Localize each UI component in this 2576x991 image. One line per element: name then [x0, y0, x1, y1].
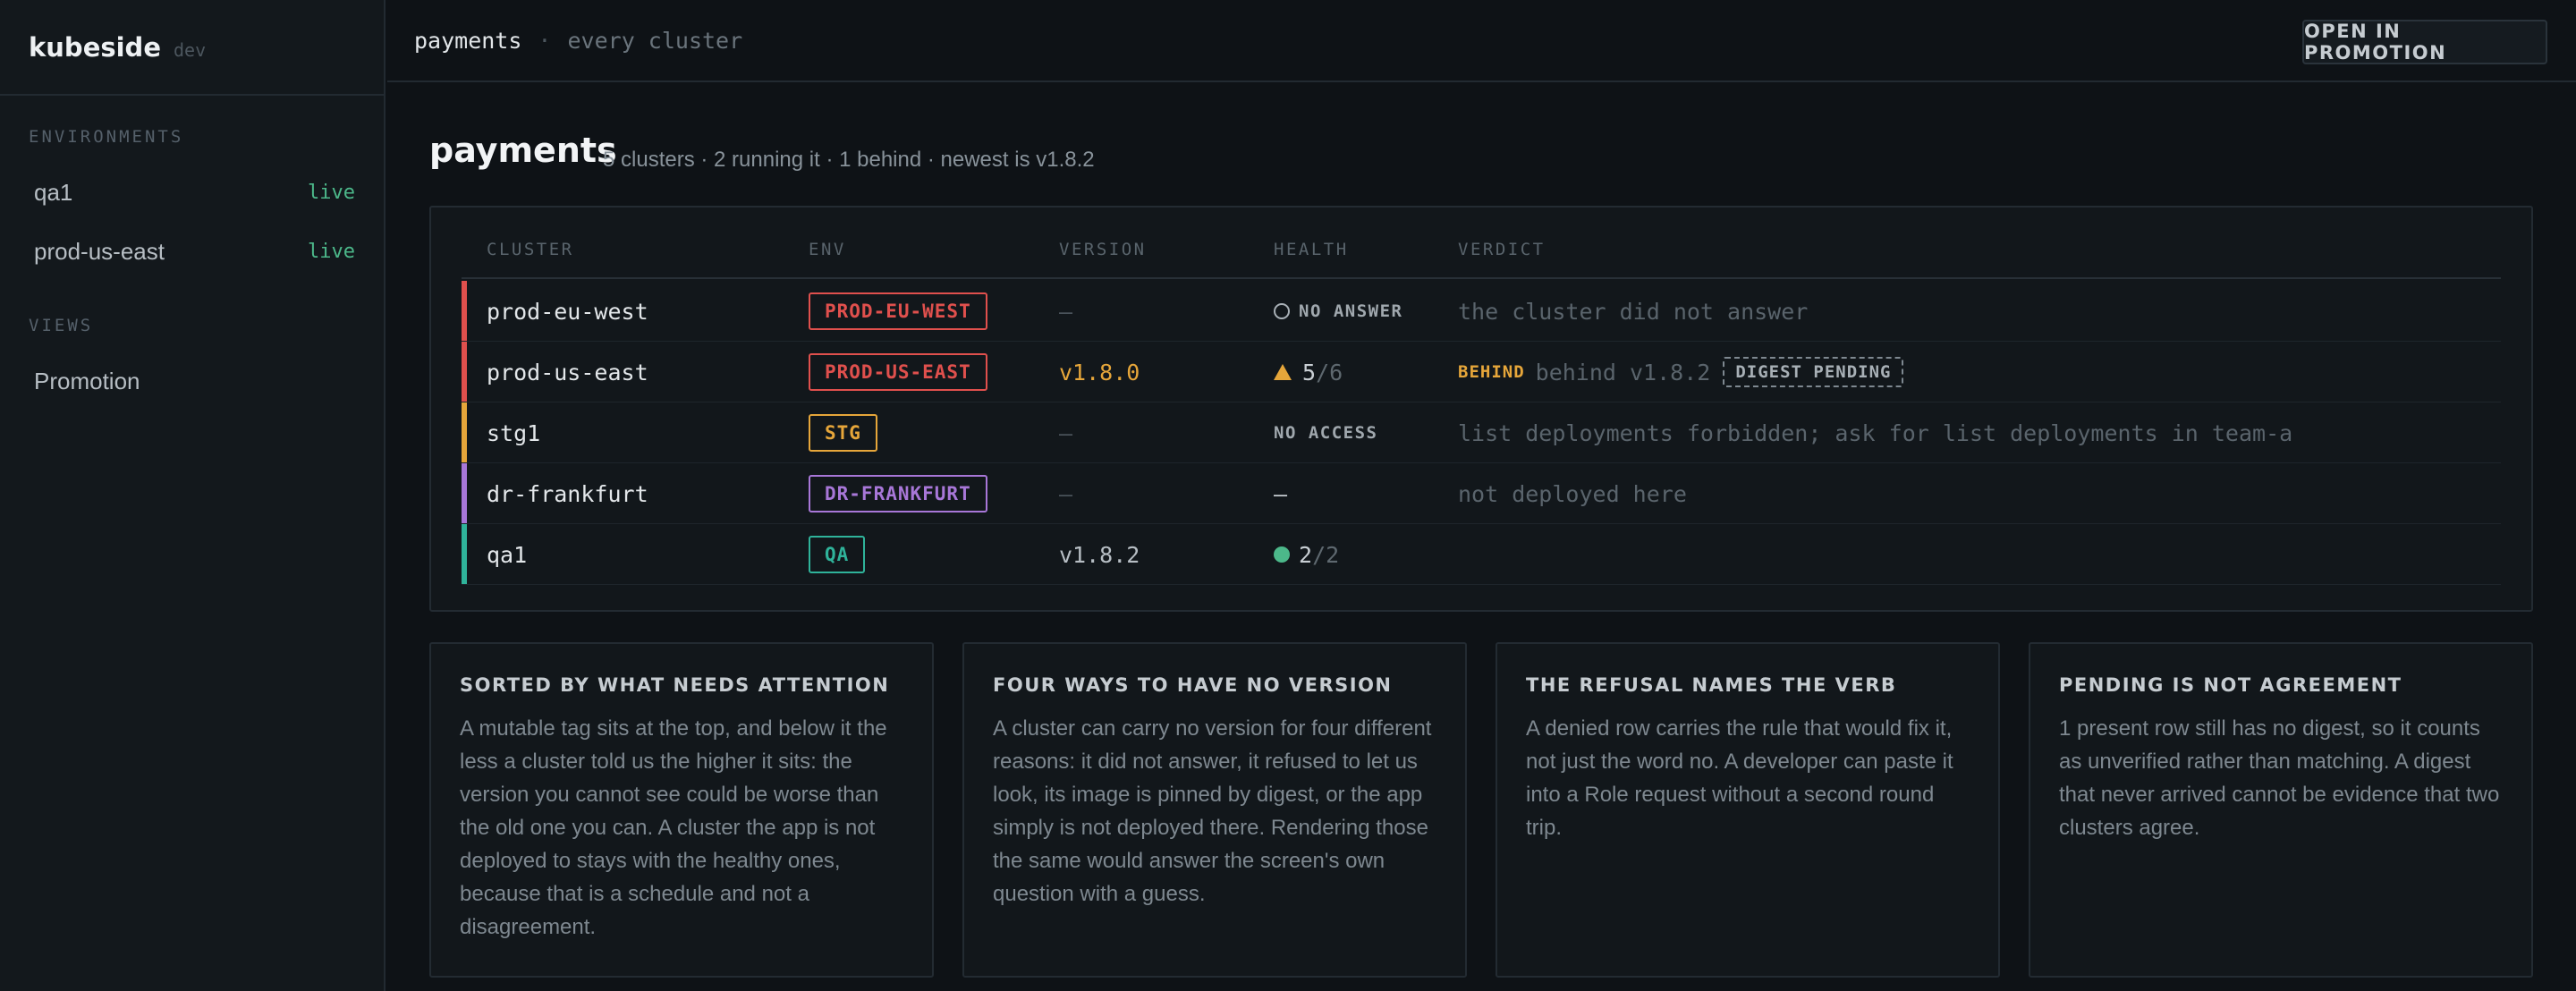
- column-header-env: ENV: [809, 240, 846, 259]
- app-name[interactable]: kubeside: [29, 32, 161, 63]
- digest-pending-badge: DIGEST PENDING: [1723, 357, 1904, 387]
- env-badge: QA: [809, 536, 866, 573]
- verdict-text: the cluster did not answer: [1458, 298, 1809, 325]
- sidebar: kubeside dev ENVIRONMENTS qa1 live prod-…: [0, 0, 386, 991]
- behind-tag: BEHIND: [1458, 362, 1525, 382]
- breadcrumb-scope: every cluster: [567, 27, 743, 54]
- page-title: payments: [429, 131, 617, 170]
- sidebar-item-label: prod-us-east: [34, 238, 165, 265]
- card-body: A mutable tag sits at the top, and below…: [460, 716, 887, 939]
- explainer-card: FOUR WAYS TO HAVE NO VERSION A cluster c…: [962, 642, 1467, 978]
- health-text: —: [1274, 480, 1288, 507]
- table-row[interactable]: stg1 STG — NO ACCESS list deployments fo…: [462, 402, 2501, 463]
- card-body: A cluster can carry no version for four …: [993, 716, 1432, 906]
- card-title: THE REFUSAL NAMES THE VERB: [1526, 674, 1897, 696]
- verdict-text[interactable]: list deployments forbidden; ask for list…: [1458, 402, 2292, 463]
- healthy-dot-icon: [1274, 546, 1290, 563]
- row-accent-bar: [462, 342, 467, 402]
- card-title: PENDING IS NOT AGREEMENT: [2059, 674, 2402, 696]
- row-accent-bar: [462, 281, 467, 341]
- sidebar-item-label: Promotion: [34, 368, 140, 394]
- verdict-cell: BEHIND behind v1.8.2 DIGEST PENDING: [1458, 342, 1904, 402]
- live-status: live: [308, 182, 355, 204]
- health-ready-count: 2: [1299, 541, 1313, 568]
- health-cell: NO ACCESS: [1274, 402, 1377, 463]
- column-header-cluster: CLUSTER: [487, 240, 574, 259]
- verdict-text: not deployed here: [1458, 480, 1687, 507]
- topbar: payments · every cluster OPEN IN PROMOTI…: [387, 0, 2576, 82]
- health-ready-count: 5: [1302, 359, 1317, 385]
- health-text: NO ACCESS: [1274, 423, 1378, 443]
- column-header-verdict: VERDICT: [1458, 240, 1546, 259]
- breadcrumb-app[interactable]: payments: [414, 28, 521, 54]
- cluster-name: qa1: [487, 541, 528, 568]
- sidebar-item-label: qa1: [34, 179, 73, 206]
- warning-triangle-icon: [1274, 364, 1292, 380]
- health-cell: NO ANSWER: [1274, 281, 1402, 342]
- card-body: 1 present row still has no digest, so it…: [2059, 716, 2500, 840]
- cluster-name: prod-eu-west: [487, 298, 648, 325]
- environments-heading: ENVIRONMENTS: [29, 127, 184, 147]
- card-body: A denied row carries the rule that would…: [1526, 716, 1953, 840]
- cluster-name: prod-us-east: [487, 359, 648, 385]
- table-row[interactable]: dr-frankfurt DR-FRANKFURT — — not deploy…: [462, 463, 2501, 524]
- circle-outline-icon: [1274, 303, 1290, 319]
- explainer-card: SORTED BY WHAT NEEDS ATTENTION A mutable…: [429, 642, 934, 978]
- env-badge: PROD-EU-WEST: [809, 292, 987, 330]
- table-row[interactable]: prod-us-east PROD-US-EAST v1.8.0 5/6 BEH…: [462, 342, 2501, 402]
- health-cell: —: [1274, 463, 1287, 524]
- brand: kubeside dev: [0, 0, 384, 96]
- row-accent-bar: [462, 463, 467, 523]
- verdict-text: behind v1.8.2: [1535, 359, 1711, 385]
- card-title: SORTED BY WHAT NEEDS ATTENTION: [460, 674, 890, 696]
- row-accent-bar: [462, 524, 467, 584]
- card-title: FOUR WAYS TO HAVE NO VERSION: [993, 674, 1393, 696]
- column-header-version: VERSION: [1059, 240, 1147, 259]
- cluster-name: dr-frankfurt: [487, 480, 648, 507]
- explainer-card: PENDING IS NOT AGREEMENT 1 present row s…: [2029, 642, 2533, 978]
- table-header: CLUSTER ENV VERSION HEALTH VERDICT: [462, 240, 2501, 279]
- table-row[interactable]: prod-eu-west PROD-EU-WEST — NO ANSWER th…: [462, 281, 2501, 342]
- page-summary: 5 clusters · 2 running it · 1 behind · n…: [603, 148, 1095, 172]
- env-badge: DR-FRANKFURT: [809, 475, 987, 512]
- breadcrumb-separator: ·: [538, 27, 552, 54]
- sidebar-item-promotion[interactable]: Promotion: [34, 368, 355, 395]
- sidebar-item-qa1[interactable]: qa1 live: [34, 179, 355, 207]
- column-header-health: HEALTH: [1274, 240, 1349, 259]
- version-value: v1.8.0: [1059, 359, 1140, 385]
- views-heading: VIEWS: [29, 316, 94, 335]
- table-row[interactable]: qa1 QA v1.8.2 2/2: [462, 524, 2501, 585]
- health-cell: 2/2: [1274, 524, 1339, 585]
- version-value: v1.8.2: [1059, 541, 1140, 568]
- sidebar-item-prod-us-east[interactable]: prod-us-east live: [34, 238, 355, 266]
- health-total-count: /6: [1316, 359, 1343, 385]
- open-in-promotion-button[interactable]: OPEN IN PROMOTION: [2302, 20, 2547, 64]
- row-accent-bar: [462, 402, 467, 462]
- version-value: —: [1059, 298, 1073, 325]
- env-tag: dev: [174, 38, 207, 61]
- version-value: —: [1059, 419, 1073, 446]
- env-badge: STG: [809, 414, 877, 452]
- version-value: —: [1059, 480, 1073, 507]
- health-text: NO ANSWER: [1299, 301, 1403, 321]
- health-total-count: /2: [1312, 541, 1340, 568]
- env-badge: PROD-US-EAST: [809, 353, 987, 391]
- clusters-table: CLUSTER ENV VERSION HEALTH VERDICT prod-…: [429, 206, 2533, 612]
- health-cell: 5/6: [1274, 342, 1343, 402]
- cluster-name: stg1: [487, 419, 541, 446]
- live-status: live: [308, 241, 355, 263]
- explainer-card: THE REFUSAL NAMES THE VERB A denied row …: [1496, 642, 2000, 978]
